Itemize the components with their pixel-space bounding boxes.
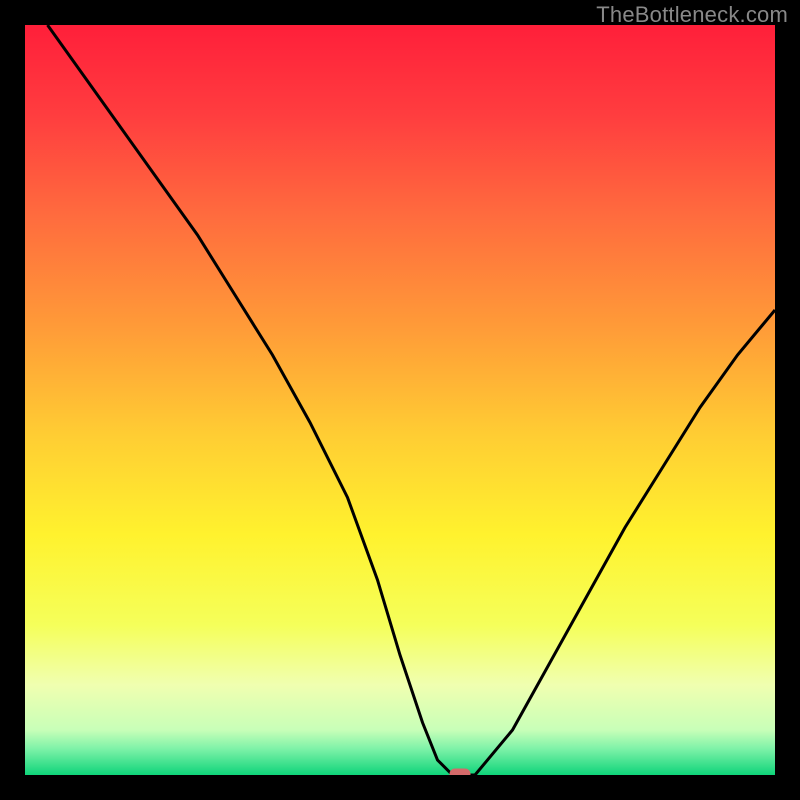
watermark-text: TheBottleneck.com — [596, 2, 788, 28]
chart-frame: TheBottleneck.com — [0, 0, 800, 800]
bottleneck-chart — [25, 25, 775, 775]
optimal-point-marker — [450, 769, 470, 775]
gradient-background — [25, 25, 775, 775]
plot-area — [25, 25, 775, 775]
